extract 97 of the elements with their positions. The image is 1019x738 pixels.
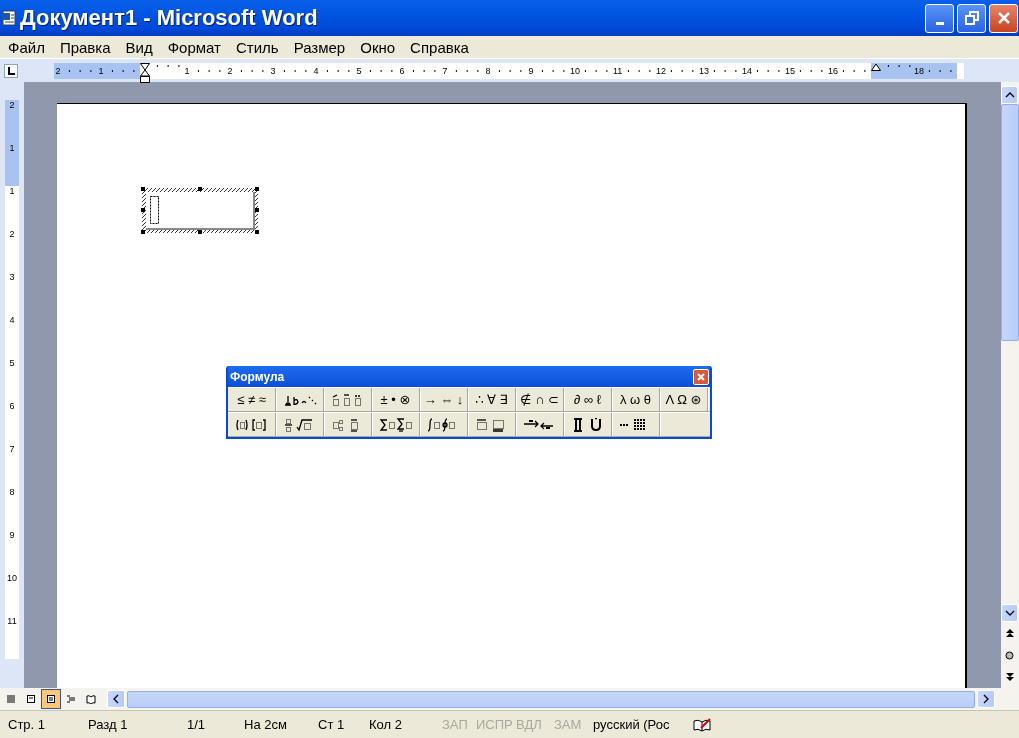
- restore-button[interactable]: [957, 3, 986, 33]
- status-text: Кол 2: [369, 717, 403, 732]
- menu-item[interactable]: Формат: [167, 38, 229, 56]
- ruler-number: 1: [9, 143, 15, 155]
- close-icon: [996, 11, 1011, 25]
- chevron-down-icon: [1004, 609, 1015, 617]
- menu-item[interactable]: Окно: [360, 38, 404, 56]
- ruler-number: 1: [9, 186, 15, 198]
- symbol-palette-button[interactable]: ∂ ∞ ℓ: [564, 388, 612, 411]
- circle-icon: [1005, 650, 1014, 660]
- outline-icon: [66, 694, 76, 704]
- chevron-left-icon: [112, 694, 120, 704]
- ruler-number: 1: [183, 65, 191, 76]
- symbol-palette-button[interactable]: ≤ ≠ ≈: [228, 388, 276, 411]
- status-text: ЗАМ: [554, 717, 583, 732]
- menu-item[interactable]: Вид: [125, 38, 161, 56]
- ruler-number: 1: [97, 65, 105, 76]
- symbol-palette-button[interactable]: → ⇔ ↓: [420, 388, 468, 411]
- page-icon: [26, 694, 36, 704]
- ruler-number: 10: [570, 65, 578, 76]
- ruler-number: 11: [613, 65, 621, 76]
- symbol-palette-button[interactable]: ± • ⊗: [372, 388, 420, 411]
- chevron-up-icon: [1004, 91, 1015, 99]
- status-text: русский (Рос: [593, 717, 671, 732]
- summation-icon: [378, 417, 413, 432]
- restore-icon: [964, 11, 979, 25]
- ruler-number: 6: [398, 65, 406, 76]
- ruler-number: 7: [441, 65, 449, 76]
- document-icon: [2, 10, 16, 26]
- indent-marker-icon[interactable]: [871, 62, 881, 71]
- menu-item[interactable]: Справка: [410, 38, 477, 56]
- status-text: ИСПР: [476, 717, 514, 732]
- ruler-number: 9: [527, 65, 535, 76]
- lines-icon: [6, 694, 16, 704]
- ruler-number: 4: [312, 65, 320, 76]
- ruler-number: 2: [54, 65, 62, 76]
- status-text: 1/1: [187, 717, 207, 732]
- ruler-number: 3: [269, 65, 277, 76]
- close-icon: [697, 372, 705, 381]
- status-text: ВДЛ: [516, 717, 543, 732]
- book-icon: [86, 694, 96, 704]
- minimize-icon: [935, 21, 944, 25]
- status-text: Разд 1: [88, 717, 129, 732]
- status-text: На 2см: [244, 717, 288, 732]
- scroll-up-button[interactable]: [1001, 86, 1018, 104]
- indent-marker-icon[interactable]: [140, 62, 150, 83]
- ruler-number: 8: [9, 487, 15, 499]
- symbol-palette-button[interactable]: λ ω θ: [612, 388, 660, 411]
- symbol-palette-button[interactable]: ∉ ∩ ⊂: [516, 388, 564, 411]
- ruler-number: 6: [9, 401, 15, 413]
- ruler-number: 3: [9, 272, 15, 284]
- ruler-number: 10: [7, 573, 17, 585]
- scroll-left-button[interactable]: [107, 690, 125, 708]
- ruler-number: 2: [9, 100, 15, 112]
- menu-item[interactable]: Стиль: [236, 38, 287, 56]
- spelling-book-icon: [693, 717, 711, 732]
- scroll-thumb[interactable]: [127, 690, 975, 708]
- menu-item[interactable]: Размер: [293, 38, 354, 56]
- scroll-right-button[interactable]: [977, 690, 995, 708]
- chevron-right-icon: [982, 694, 990, 704]
- ruler-number: 14: [742, 65, 750, 76]
- equation-object-drawing[interactable]: [141, 187, 259, 234]
- double-down-arrow-icon: [1005, 673, 1014, 681]
- menu-item[interactable]: Файл: [8, 38, 53, 56]
- ruler-number: 4: [9, 315, 15, 327]
- ruler-number: 15: [785, 65, 793, 76]
- status-text: ЗАП: [442, 717, 469, 732]
- left-tab-icon: [6, 65, 16, 76]
- ruler-number: 5: [355, 65, 363, 76]
- close-button[interactable]: [989, 3, 1018, 33]
- double-up-arrow-icon: [1005, 629, 1014, 637]
- ruler-number: 8: [484, 65, 492, 76]
- tab-selector[interactable]: [4, 63, 18, 78]
- page-icon: [46, 694, 56, 704]
- minimize-button[interactable]: [925, 3, 954, 33]
- ruler-number: 18: [914, 65, 922, 76]
- status-text: Стр. 1: [8, 717, 47, 732]
- view-button[interactable]: [41, 689, 61, 709]
- ruler-number: 2: [9, 229, 15, 241]
- toolbar-title: Формула: [230, 369, 285, 384]
- symbol-palette-button[interactable]: ∴ ∀ ∃: [468, 388, 516, 411]
- menu-item[interactable]: Правка: [59, 38, 119, 56]
- ruler-number: 9: [9, 530, 15, 542]
- ruler-number: 13: [699, 65, 707, 76]
- status-text: Ст 1: [318, 717, 346, 732]
- ruler-number: 16: [828, 65, 836, 76]
- scroll-down-button[interactable]: [1001, 604, 1018, 622]
- ruler-number: 5: [9, 358, 15, 370]
- ruler-number: 2: [226, 65, 234, 76]
- ruler-number: 7: [9, 444, 15, 456]
- ruler-number: 11: [7, 616, 17, 628]
- close-button[interactable]: [693, 368, 709, 385]
- symbol-palette-button[interactable]: Λ Ω ⊛: [660, 388, 708, 411]
- ruler-number: 12: [656, 65, 664, 76]
- window-title: Документ1 - Microsoft Word: [20, 5, 318, 31]
- brackets-icon: [234, 417, 269, 432]
- scroll-thumb[interactable]: [1001, 104, 1019, 341]
